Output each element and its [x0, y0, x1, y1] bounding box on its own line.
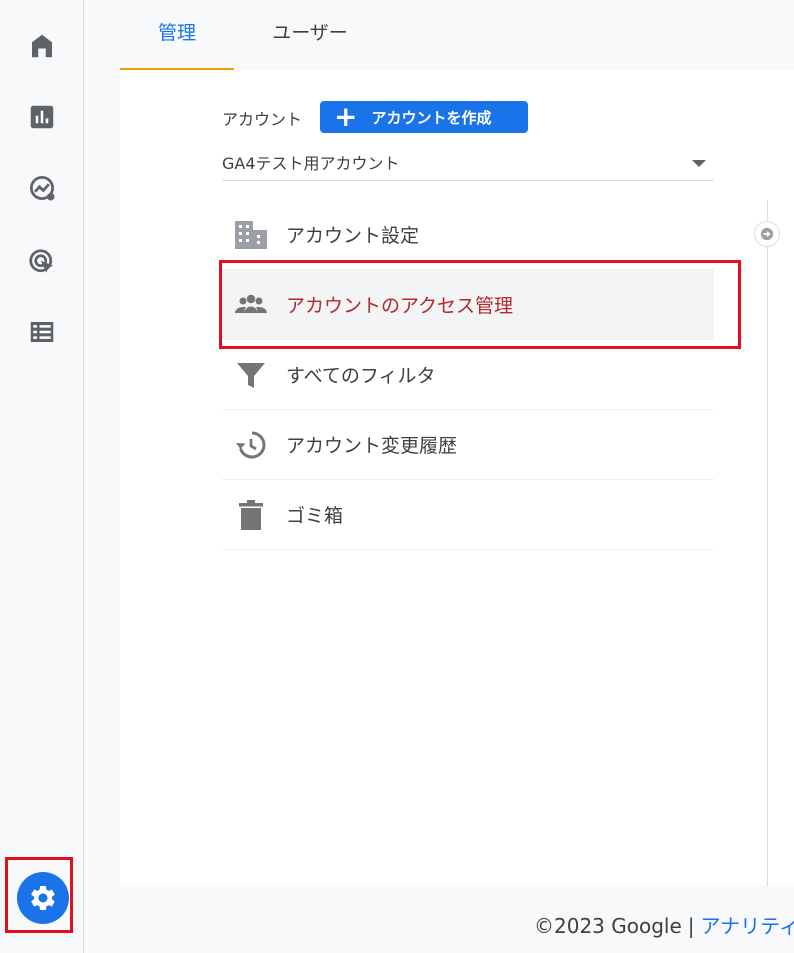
create-account-label: アカウントを作成	[371, 108, 492, 127]
menu-item-label: アカウント設定	[286, 225, 420, 247]
menu-item-all-filters[interactable]: すべてのフィルタ	[222, 340, 714, 410]
column-divider	[767, 200, 768, 886]
menu-item-trash[interactable]: ゴミ箱	[222, 480, 714, 550]
building-icon	[234, 218, 268, 252]
account-label: アカウント	[222, 110, 303, 129]
reports-icon[interactable]	[22, 97, 62, 137]
chevron-down-icon	[692, 160, 706, 167]
plus-icon: +	[334, 100, 358, 133]
tab-admin[interactable]: 管理	[120, 0, 234, 71]
analytics-home-link[interactable]: アナリティ	[701, 914, 794, 938]
menu-item-change-history[interactable]: アカウント変更履歴	[222, 410, 714, 480]
menu-item-label: すべてのフィルタ	[286, 365, 436, 387]
footer: ©2023 Google | アナリティ	[534, 910, 794, 939]
account-menu: アカウント設定 アカウントのアクセス管理 すべてのフィルタ アカウント変更履歴 …	[222, 200, 714, 550]
menu-item-account-settings[interactable]: アカウント設定	[222, 200, 714, 270]
create-account-button[interactable]: + アカウントを作成	[320, 101, 528, 133]
selected-account: GA4テスト用アカウント	[222, 154, 400, 173]
history-icon	[234, 428, 268, 462]
configure-icon[interactable]	[22, 312, 62, 352]
home-icon[interactable]	[22, 26, 62, 66]
copyright-text: ©2023 Google	[534, 914, 682, 938]
settings-highlight-box	[5, 857, 73, 933]
collapse-column-button[interactable]	[754, 221, 780, 247]
footer-separator: |	[687, 914, 695, 938]
arrow-right-icon	[760, 227, 774, 241]
menu-item-label: アカウント変更履歴	[286, 435, 458, 457]
account-selector[interactable]: GA4テスト用アカウント	[222, 148, 714, 181]
tab-user[interactable]: ユーザー	[234, 0, 386, 68]
people-icon	[234, 288, 268, 322]
trash-icon	[234, 498, 268, 532]
filter-icon	[234, 358, 268, 392]
account-panel: アカウント + アカウントを作成 GA4テスト用アカウント アカウント設定 アカ…	[120, 70, 794, 885]
menu-item-account-access-management[interactable]: アカウントのアクセス管理	[222, 270, 714, 340]
advertising-icon[interactable]	[22, 242, 62, 282]
explore-icon[interactable]	[22, 168, 62, 208]
gear-icon	[31, 886, 55, 910]
menu-item-label: アカウントのアクセス管理	[286, 295, 514, 317]
menu-item-label: ゴミ箱	[286, 505, 344, 527]
left-nav-sidebar	[0, 0, 84, 953]
admin-settings-button[interactable]	[17, 872, 69, 924]
